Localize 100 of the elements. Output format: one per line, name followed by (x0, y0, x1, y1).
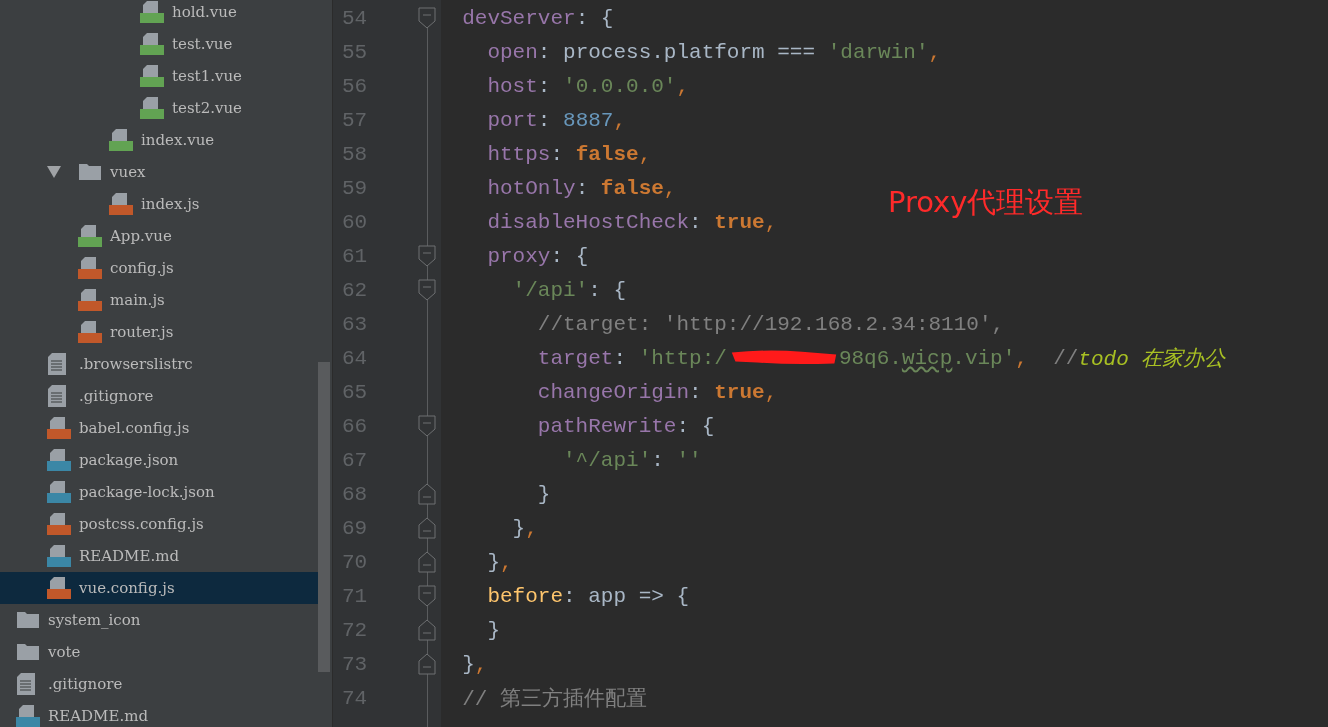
file-icon (47, 577, 71, 599)
code-token: disableHostCheck (486, 210, 690, 234)
code-token: pathRewrite (536, 414, 677, 438)
file-icon (47, 481, 71, 503)
code-token: : { (575, 6, 614, 30)
code-token: } (486, 550, 500, 574)
file-icon (140, 97, 164, 119)
file-icon (140, 33, 164, 55)
tree-item[interactable]: App.vue (0, 220, 318, 252)
tree-item[interactable]: README.md (0, 540, 318, 572)
tree-item[interactable]: postcss.config.js (0, 508, 318, 540)
code-token: 'darwin' (827, 40, 929, 64)
folder-icon (78, 164, 102, 180)
code-token: // (1053, 346, 1079, 370)
code-token: : (651, 448, 665, 472)
code-token: , (1015, 346, 1029, 370)
file-icon (16, 705, 40, 727)
tree-item[interactable]: index.js (0, 188, 318, 220)
code-token: , (928, 40, 942, 64)
code-token: } (486, 618, 500, 642)
code-token: true (714, 210, 765, 234)
code-token: 98q6. (838, 346, 902, 370)
code-token: , (638, 142, 652, 166)
file-icon (140, 1, 164, 23)
tree-item[interactable]: README.md (0, 700, 318, 727)
code-token: true (714, 380, 765, 404)
code-token: false (600, 176, 664, 200)
code-token: , (474, 652, 488, 676)
tree-item[interactable]: package-lock.json (0, 476, 318, 508)
code-token: : (537, 74, 552, 98)
code-token: } (511, 516, 526, 540)
annotation-text: Proxy代理设置 (888, 184, 1084, 221)
code-token: changeOrigin (536, 380, 690, 404)
code-token: , (663, 176, 677, 200)
tree-item[interactable]: vote (0, 636, 318, 668)
code-token: : app => { (563, 584, 690, 608)
code-token: 'http:/ (638, 346, 727, 370)
code-token: : { (588, 278, 627, 302)
file-icon (78, 257, 102, 279)
tree-item[interactable]: hold.vue (0, 0, 318, 28)
code-token: .vip' (952, 346, 1016, 370)
code-token: target (536, 346, 614, 370)
file-icon (47, 449, 71, 471)
code-token: devServer (461, 6, 576, 30)
tree-item[interactable]: config.js (0, 252, 318, 284)
code-token: : { (676, 414, 715, 438)
code-token: https (486, 142, 551, 166)
code-token: '/api' (511, 278, 589, 302)
file-icon (78, 289, 102, 311)
tree-item[interactable]: .gitignore (0, 668, 318, 700)
tree-item[interactable]: system_icon (0, 604, 318, 636)
code-token: , (613, 108, 627, 132)
code-token: before (486, 584, 564, 608)
file-icon (109, 129, 133, 151)
tree-item[interactable]: test.vue (0, 28, 318, 60)
code-token: wicp (901, 346, 953, 370)
code-token: , (500, 550, 513, 574)
code-token: false (575, 142, 639, 166)
code-token: : (689, 380, 703, 404)
code-token: : (613, 346, 628, 370)
code-token: hotOnly (486, 176, 576, 200)
tree-item[interactable]: router.js (0, 316, 318, 348)
code-token: : (550, 142, 565, 166)
file-icon (78, 321, 102, 343)
code-token: : (689, 210, 703, 234)
folder-icon (16, 644, 40, 660)
expand-arrow-icon[interactable] (47, 166, 61, 178)
file-icon (140, 65, 164, 87)
tree-item[interactable]: vue.config.js (0, 572, 318, 604)
code-token: // 第三方插件配置 (461, 686, 647, 712)
tree-item[interactable]: vuex (0, 156, 318, 188)
code-token: host (486, 74, 538, 98)
code-token: todo 在家办公 (1078, 346, 1226, 372)
code-token: , (676, 74, 690, 98)
file-icon (47, 513, 71, 535)
tree-item[interactable]: babel.config.js (0, 412, 318, 444)
tree-item[interactable]: test1.vue (0, 60, 318, 92)
tree-item[interactable]: main.js (0, 284, 318, 316)
scrollbar[interactable] (318, 362, 330, 672)
code-token: '0.0.0.0' (563, 74, 677, 98)
code-token: : process.platform === (537, 40, 817, 64)
file-icon (109, 193, 133, 215)
file-icon (78, 225, 102, 247)
code-token: //target: 'http://192.168.2.34:8110', (536, 312, 1005, 336)
code-token: : { (550, 244, 589, 268)
code-token: , (764, 210, 778, 234)
tree-item[interactable]: .gitignore (0, 380, 318, 412)
code-token: '' (676, 448, 702, 472)
code-token: open (486, 40, 538, 64)
code-token: '^/api' (562, 448, 652, 472)
code-token: : (575, 176, 590, 200)
file-icon (47, 417, 71, 439)
tree-item[interactable]: .browserslistrc (0, 348, 318, 380)
code-token: proxy (486, 244, 551, 268)
tree-item[interactable]: index.vue (0, 124, 318, 156)
code-token: , (525, 516, 538, 540)
tree-item[interactable]: package.json (0, 444, 318, 476)
code-token: } (536, 482, 551, 506)
code-token: , (764, 380, 778, 404)
tree-item[interactable]: test2.vue (0, 92, 318, 124)
